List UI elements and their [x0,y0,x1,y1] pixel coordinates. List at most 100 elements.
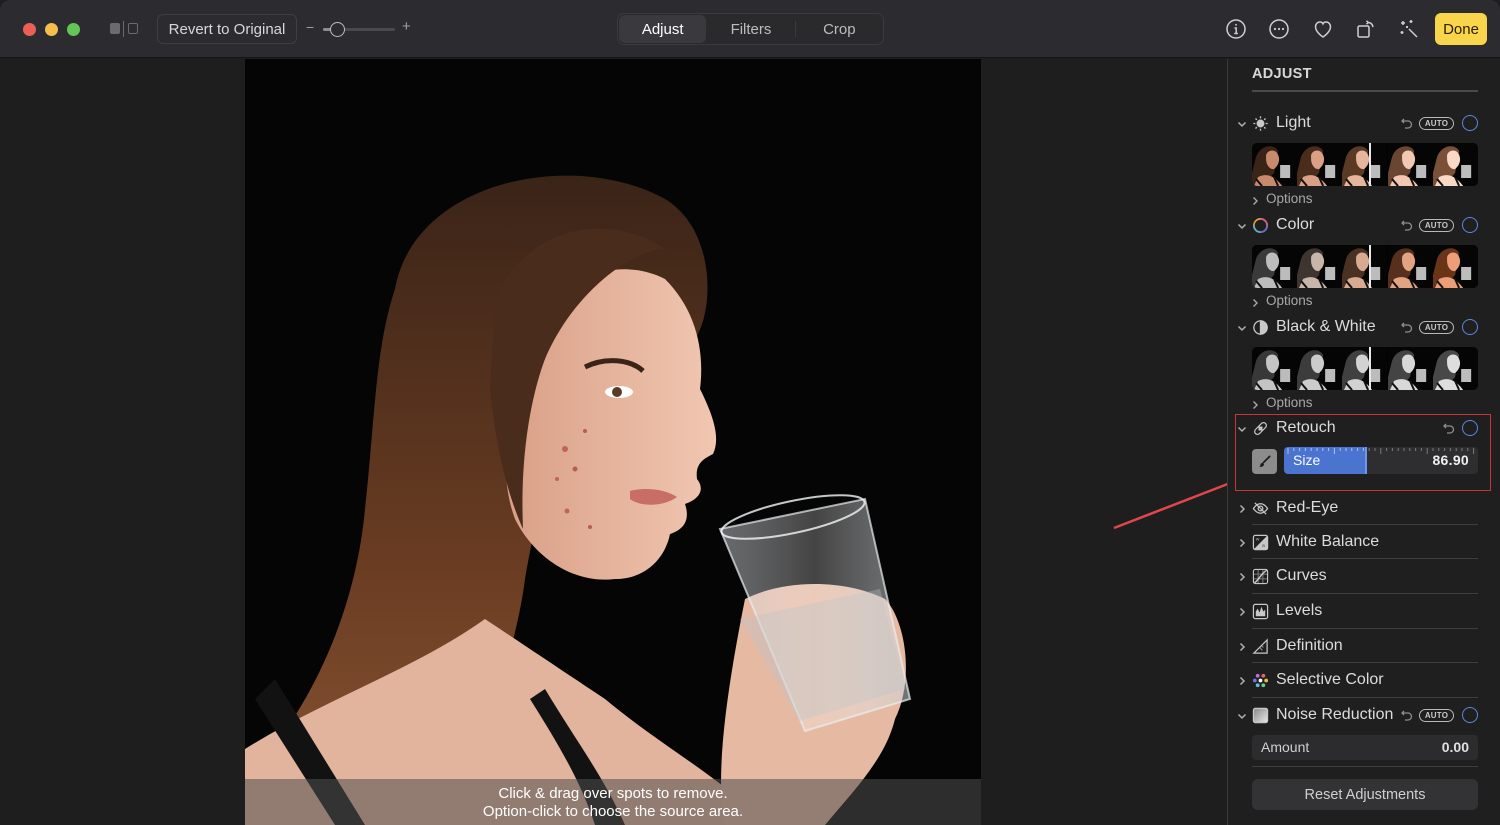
svg-text:W: W [1256,537,1260,541]
filmstrip-thumbnail[interactable] [1252,245,1298,288]
chevron-right-icon[interactable] [1236,502,1248,514]
section-levels[interactable]: Levels [1228,600,1500,622]
chevron-down-icon[interactable] [1236,321,1248,333]
amount-slider[interactable]: Amount 0.00 [1252,735,1478,760]
enable-toggle[interactable] [1462,707,1478,723]
zoom-out-icon[interactable]: − [306,19,314,35]
filmstrip-marker[interactable] [1369,143,1371,186]
chevron-down-icon[interactable] [1236,709,1248,721]
filmstrip-thumbnail[interactable] [1342,245,1388,288]
bw-filmstrip[interactable] [1252,347,1478,390]
info-icon[interactable] [1224,17,1248,41]
section-label[interactable]: Noise Reduction [1276,706,1393,724]
section-noise-reduction[interactable]: Noise Reduction AUTO [1228,704,1500,726]
options-toggle[interactable]: Options [1250,395,1313,410]
section-label[interactable]: Selective Color [1276,671,1384,689]
filmstrip-thumbnail[interactable] [1252,143,1298,186]
color-filmstrip[interactable] [1252,245,1478,288]
options-toggle[interactable]: Options [1250,293,1313,308]
options-label: Options [1266,191,1313,206]
undo-icon[interactable] [1442,421,1456,435]
done-button[interactable]: Done [1435,13,1487,45]
section-label[interactable]: White Balance [1276,533,1379,551]
light-filmstrip[interactable] [1252,143,1478,186]
filmstrip-marker[interactable] [1369,245,1371,288]
retouch-brush-button[interactable] [1252,449,1277,474]
toolbar: Revert to Original − + Adjust Filters Cr… [0,0,1500,58]
filmstrip-thumbnail[interactable] [1252,347,1298,390]
fullscreen-button[interactable] [67,23,80,36]
section-selective-color[interactable]: Selective Color [1228,669,1500,691]
filmstrip-thumbnail[interactable] [1297,347,1343,390]
section-label[interactable]: Retouch [1276,419,1336,437]
more-icon[interactable] [1267,17,1291,41]
close-button[interactable] [23,23,36,36]
undo-icon[interactable] [1400,116,1414,130]
filmstrip-thumbnail[interactable] [1432,245,1478,288]
photo-being-edited[interactable]: Click & drag over spots to remove. Optio… [245,59,981,825]
section-red-eye[interactable]: Red-Eye [1228,497,1500,519]
chevron-right-icon[interactable] [1236,640,1248,652]
revert-to-original-button[interactable]: Revert to Original [157,14,297,44]
filmstrip-thumbnail[interactable] [1387,347,1433,390]
filmstrip-thumbnail[interactable] [1432,347,1478,390]
section-label[interactable]: Levels [1276,602,1322,620]
zoom-slider-knob[interactable] [330,22,346,37]
zoom-slider[interactable] [323,22,395,37]
filmstrip-thumbnail[interactable] [1342,347,1388,390]
undo-icon[interactable] [1400,218,1414,232]
section-label[interactable]: Light [1276,114,1311,132]
section-label[interactable]: Color [1276,216,1314,234]
chevron-right-icon[interactable] [1236,536,1248,548]
tab-crop[interactable]: Crop [796,14,883,44]
auto-button[interactable]: AUTO [1419,320,1454,334]
tab-adjust[interactable]: Adjust [619,15,707,43]
section-curves[interactable]: Curves [1228,565,1500,587]
minimize-button[interactable] [45,23,58,36]
chevron-down-icon[interactable] [1236,117,1248,129]
size-slider[interactable]: Size 86.90 [1284,447,1478,474]
section-definition[interactable]: Definition [1228,635,1500,657]
filmstrip-thumbnail[interactable] [1297,143,1343,186]
section-black-white[interactable]: Black & White AUTO [1228,316,1500,338]
undo-icon[interactable] [1400,320,1414,334]
filmstrip-thumbnail[interactable] [1387,245,1433,288]
filmstrip-marker[interactable] [1369,347,1371,390]
options-toggle[interactable]: Options [1250,191,1313,206]
auto-button[interactable]: AUTO [1419,218,1454,232]
magic-wand-icon[interactable] [1397,17,1421,41]
section-light[interactable]: Light AUTO [1228,112,1500,134]
enable-toggle[interactable] [1462,420,1478,436]
auto-button[interactable]: AUTO [1419,116,1454,130]
reset-adjustments-button[interactable]: Reset Adjustments [1252,779,1478,810]
filmstrip-thumbnail[interactable] [1342,143,1388,186]
heart-icon[interactable] [1311,17,1335,41]
chevron-down-icon[interactable] [1236,422,1248,434]
enable-toggle[interactable] [1462,319,1478,335]
section-label[interactable]: Black & White [1276,318,1376,336]
enable-toggle[interactable] [1462,217,1478,233]
section-label[interactable]: Definition [1276,637,1343,655]
filmstrip-thumbnail[interactable] [1432,143,1478,186]
section-retouch[interactable]: Retouch [1228,417,1500,439]
chevron-right-icon[interactable] [1236,674,1248,686]
photos-edit-window: Revert to Original − + Adjust Filters Cr… [0,0,1500,825]
tab-filters[interactable]: Filters [707,14,794,44]
undo-icon[interactable] [1400,708,1414,722]
chevron-right-icon[interactable] [1236,570,1248,582]
split-view-icon[interactable] [110,21,142,37]
filmstrip-thumbnail[interactable] [1297,245,1343,288]
enable-toggle[interactable] [1462,115,1478,131]
section-label[interactable]: Curves [1276,567,1327,585]
section-white-balance[interactable]: WB White Balance [1228,531,1500,553]
auto-button[interactable]: AUTO [1419,708,1454,722]
eye-slash-icon [1252,500,1269,517]
chevron-down-icon[interactable] [1236,219,1248,231]
title-divider [1252,90,1478,92]
chevron-right-icon[interactable] [1236,605,1248,617]
zoom-in-icon[interactable]: + [402,18,411,35]
filmstrip-thumbnail[interactable] [1387,143,1433,186]
section-label[interactable]: Red-Eye [1276,499,1338,517]
section-color[interactable]: Color AUTO [1228,214,1500,236]
rotate-icon[interactable] [1354,17,1378,41]
